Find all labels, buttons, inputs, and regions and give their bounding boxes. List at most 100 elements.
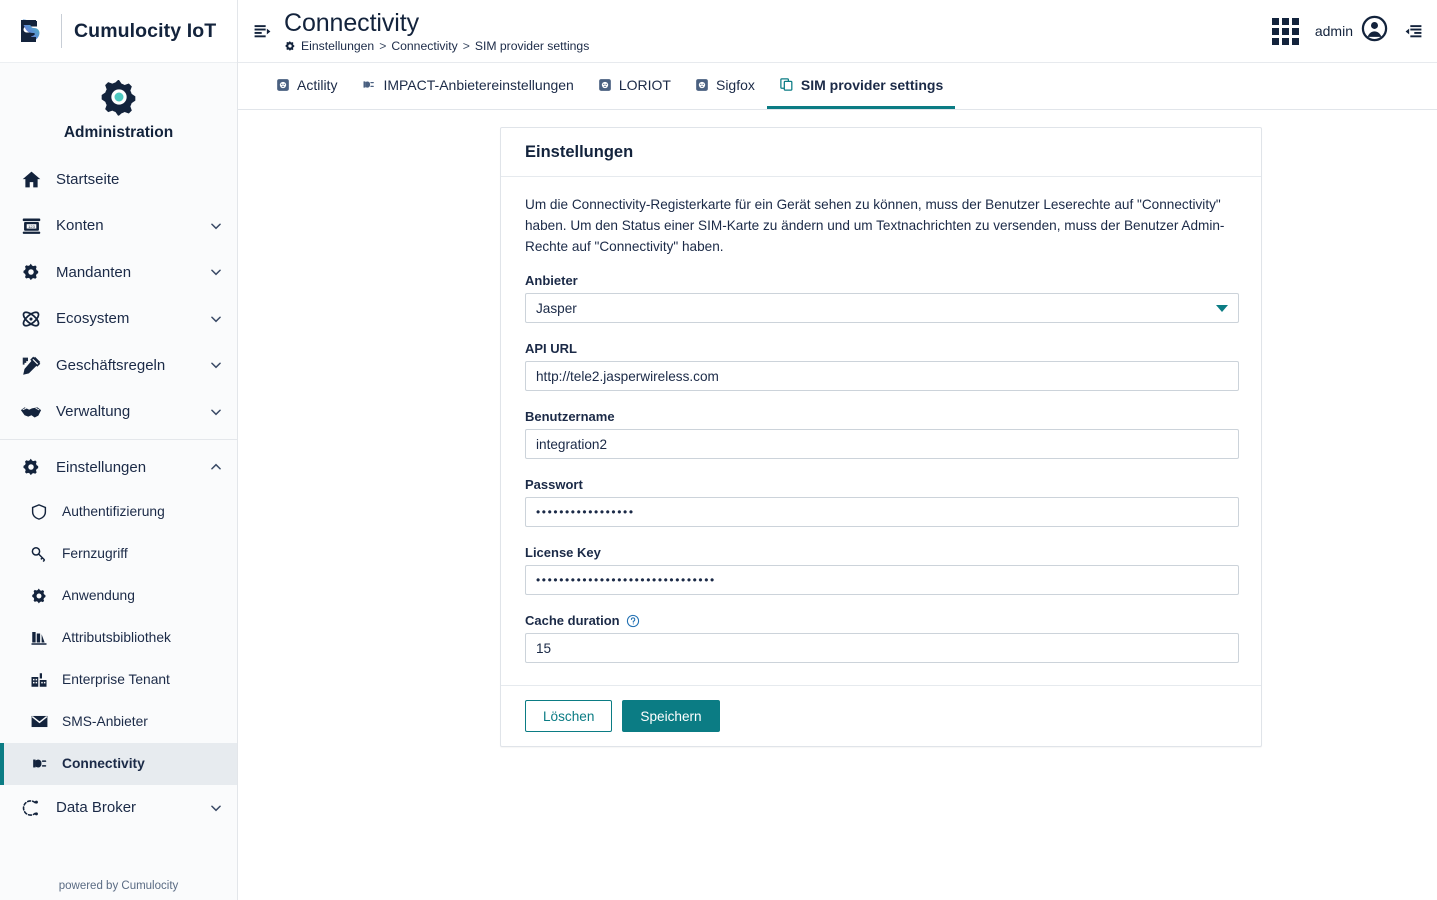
help-circle-icon[interactable] xyxy=(626,614,640,628)
save-button[interactable]: Speichern xyxy=(622,700,720,733)
building-icon xyxy=(26,671,52,689)
label-text: API URL xyxy=(525,341,577,357)
sidebar-item-label: Geschäftsregeln xyxy=(56,356,166,374)
application-identity: Administration xyxy=(0,63,237,152)
sidebar-item-ecosystem[interactable]: Ecosystem xyxy=(0,296,237,343)
app-root: Cumulocity IoT Administration Startseite xyxy=(0,0,1437,900)
tab-label: Actility xyxy=(297,76,338,93)
field-cache-duration: Cache duration 15 xyxy=(525,613,1239,664)
label-text: Anbieter xyxy=(525,273,578,289)
user-name: admin xyxy=(1314,23,1353,39)
field-label: Cache duration xyxy=(525,613,1237,628)
tab-label: SIM provider settings xyxy=(800,76,944,93)
provider-select[interactable]: Jasper xyxy=(525,293,1239,324)
broker-icon xyxy=(16,798,46,818)
sidebar-item-label: Einstellungen xyxy=(56,458,147,476)
field-anbieter: Anbieter Jasper xyxy=(525,273,1239,324)
username-value: integration2 xyxy=(536,436,608,452)
sidebar-item-data-broker[interactable]: Data Broker xyxy=(0,785,237,832)
password-input[interactable]: ••••••••••••••••• xyxy=(525,497,1239,528)
sidebar-item-label: Anwendung xyxy=(62,588,135,603)
sidebar-subnav-einstellungen: Authentifizierung Fernzugriff Anwendung … xyxy=(0,491,237,785)
sidebar-item-connectivity[interactable]: Connectivity xyxy=(0,742,237,785)
tab-label: LORIOT xyxy=(618,76,671,93)
key-icon xyxy=(26,545,52,563)
sidebar-item-enterprise-tenant[interactable]: Enterprise Tenant xyxy=(0,659,237,701)
shield-icon xyxy=(26,503,52,521)
chevron-down-icon[interactable] xyxy=(209,312,223,326)
user-menu[interactable]: admin xyxy=(1315,15,1388,47)
chevron-down-icon[interactable] xyxy=(209,265,223,279)
card-footer: Löschen Speichern xyxy=(501,685,1261,746)
field-label: Passwort xyxy=(525,477,1237,492)
sidebar-item-einstellungen[interactable]: Einstellungen xyxy=(0,444,237,491)
delete-button[interactable]: Löschen xyxy=(525,700,613,733)
license-key-input[interactable]: ••••••••••••••••••••••••••••••• xyxy=(525,565,1239,596)
application-title: Administration xyxy=(63,124,174,141)
breadcrumb: Einstellungen > Connectivity > SIM provi… xyxy=(284,39,1272,53)
sidebar-item-authentifizierung[interactable]: Authentifizierung xyxy=(0,491,237,533)
label-text: Cache duration xyxy=(525,613,620,629)
right-drawer-icon[interactable] xyxy=(1404,22,1423,41)
tab-impact-anbietereinstellungen[interactable]: IMPACT-Anbietereinstellungen xyxy=(349,63,585,109)
tab-label: IMPACT-Anbietereinstellungen xyxy=(383,76,574,93)
home-icon xyxy=(16,169,46,190)
chevron-down-icon xyxy=(1216,304,1228,312)
label-text: Passwort xyxy=(525,477,583,493)
sidebar-item-label: Attributsbibliothek xyxy=(62,630,171,645)
sidebar-item-konten[interactable]: 123 Konten xyxy=(0,203,237,250)
sidebar-item-startseite[interactable]: Startseite xyxy=(0,156,237,203)
chevron-down-icon[interactable] xyxy=(209,405,223,419)
plug-icon xyxy=(26,754,52,773)
tab-sigfox[interactable]: Sigfox xyxy=(683,63,767,109)
api-url-input[interactable]: http://tele2.jasperwireless.com xyxy=(525,361,1239,392)
socket-icon xyxy=(598,78,612,92)
tab-bar: Actility IMPACT-Anbietereinstellungen LO… xyxy=(238,63,1437,110)
sidebar-item-label: Startseite xyxy=(56,170,120,188)
provider-selected-value: Jasper xyxy=(536,300,577,316)
cache-duration-value: 15 xyxy=(536,640,552,656)
sidebar-item-anwendung[interactable]: Anwendung xyxy=(0,575,237,617)
brand-header[interactable]: Cumulocity IoT xyxy=(0,0,237,63)
svg-text:123: 123 xyxy=(28,224,35,229)
sidebar-item-geschaeftsregeln[interactable]: Geschäftsregeln xyxy=(0,342,237,389)
content-area: Einstellungen Um die Connectivity-Regist… xyxy=(238,110,1437,900)
tab-sim-provider-settings[interactable]: SIM provider settings xyxy=(766,63,956,109)
sidebar-item-label: SMS-Anbieter xyxy=(62,714,148,729)
copy-icon xyxy=(779,77,794,92)
breadcrumb-item-einstellungen[interactable]: Einstellungen xyxy=(301,39,374,53)
gear-icon xyxy=(26,587,52,605)
username-input[interactable]: integration2 xyxy=(525,429,1239,460)
license-key-value: ••••••••••••••••••••••••••••••• xyxy=(536,573,716,588)
collapse-sidebar-icon[interactable] xyxy=(245,22,279,41)
app-grid-icon[interactable] xyxy=(1271,17,1299,45)
main-region: Connectivity Einstellungen > Connectivit… xyxy=(238,0,1437,900)
chevron-down-icon[interactable] xyxy=(209,219,223,233)
intro-text: Um die Connectivity-Registerkarte für ei… xyxy=(525,197,1225,254)
tab-actility[interactable]: Actility xyxy=(264,63,349,109)
breadcrumb-item-connectivity[interactable]: Connectivity xyxy=(391,39,457,53)
sidebar-item-verwaltung[interactable]: Verwaltung xyxy=(0,389,237,436)
tab-label: Sigfox xyxy=(715,76,755,93)
field-license-key: License Key ••••••••••••••••••••••••••••… xyxy=(525,545,1239,596)
chevron-up-icon[interactable] xyxy=(209,460,223,474)
sidebar-item-label: Connectivity xyxy=(62,756,145,771)
page-header-text: Connectivity Einstellungen > Connectivit… xyxy=(279,9,1272,53)
chevron-down-icon[interactable] xyxy=(209,801,223,815)
chevron-down-icon[interactable] xyxy=(209,358,223,372)
ruler-pencil-icon xyxy=(16,355,46,376)
breadcrumb-item-sim-provider-settings[interactable]: SIM provider settings xyxy=(475,39,589,53)
settings-card: Einstellungen Um die Connectivity-Regist… xyxy=(500,127,1262,748)
field-benutzername: Benutzername integration2 xyxy=(525,409,1239,460)
field-passwort: Passwort ••••••••••••••••• xyxy=(525,477,1239,528)
cache-duration-input[interactable]: 15 xyxy=(525,633,1239,664)
sidebar-item-mandanten[interactable]: Mandanten xyxy=(0,249,237,296)
tab-loriot[interactable]: LORIOT xyxy=(586,63,683,109)
sidebar-item-sms-anbieter[interactable]: SMS-Anbieter xyxy=(0,701,237,743)
socket-icon xyxy=(695,78,709,92)
password-value: ••••••••••••••••• xyxy=(536,505,635,520)
gear-icon xyxy=(284,40,296,52)
sidebar-item-label: Ecosystem xyxy=(56,310,130,328)
sidebar-item-fernzugriff[interactable]: Fernzugriff xyxy=(0,533,237,575)
sidebar-item-attributsbibliothek[interactable]: Attributsbibliothek xyxy=(0,617,237,659)
